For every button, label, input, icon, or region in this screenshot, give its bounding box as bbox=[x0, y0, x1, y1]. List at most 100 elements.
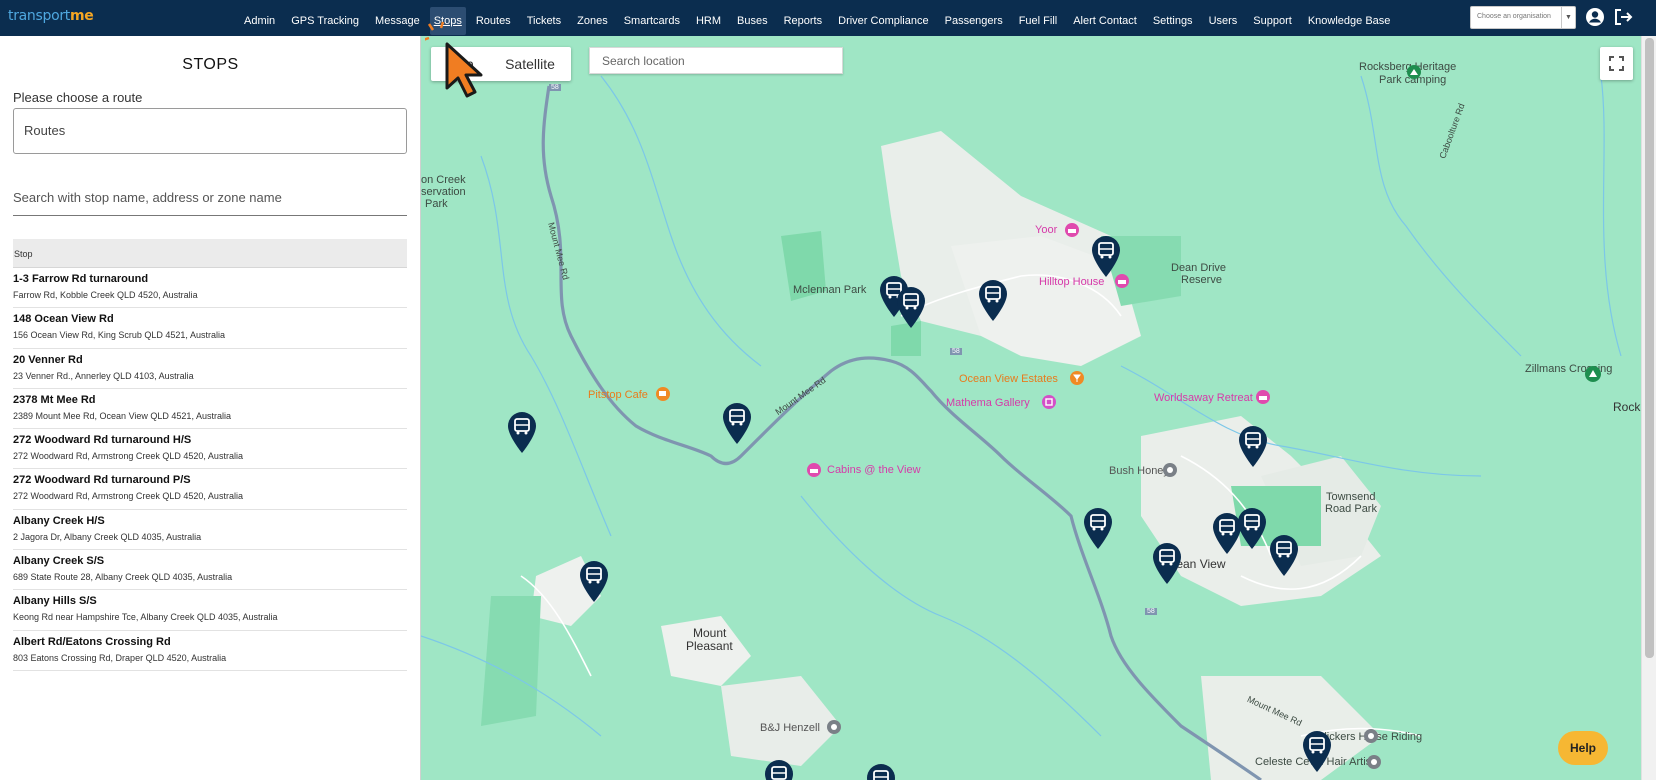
logo[interactable]: transportme bbox=[8, 8, 94, 24]
place-icon[interactable] bbox=[1162, 462, 1178, 478]
stop-name: Albert Rd/Eatons Crossing Rd bbox=[13, 635, 171, 648]
location-search-input[interactable]: Search location bbox=[589, 47, 843, 74]
stop-name: Albany Hills S/S bbox=[13, 595, 97, 608]
nav-users[interactable]: Users bbox=[1201, 0, 1246, 36]
campground-icon[interactable] bbox=[1584, 365, 1602, 383]
stop-name: 272 Woodward Rd turnaround P/S bbox=[13, 474, 191, 487]
nav-support[interactable]: Support bbox=[1245, 0, 1300, 36]
map-label-worldsaway-retreat: Worldsaway Retreat bbox=[1154, 392, 1253, 404]
help-button[interactable]: Help bbox=[1558, 731, 1608, 765]
bus-stop-marker-icon[interactable] bbox=[895, 285, 927, 329]
logo-text-b: me bbox=[70, 8, 94, 24]
nav-gps-tracking[interactable]: GPS Tracking bbox=[283, 0, 367, 36]
place-icon[interactable] bbox=[1366, 754, 1382, 770]
nav-alert-contact[interactable]: Alert Contact bbox=[1065, 0, 1145, 36]
logout-icon[interactable] bbox=[1613, 7, 1633, 27]
nav-zones[interactable]: Zones bbox=[569, 0, 616, 36]
route-58-shield-3: 58 bbox=[1145, 608, 1157, 615]
bus-stop-marker-icon[interactable] bbox=[578, 559, 610, 603]
place-icon[interactable] bbox=[1363, 728, 1379, 744]
map-type-satellite-button[interactable]: Satellite bbox=[489, 47, 571, 81]
bus-stop-marker-icon[interactable] bbox=[1082, 506, 1114, 550]
page-scrollbar[interactable] bbox=[1641, 36, 1656, 780]
table-row[interactable]: 20 Venner Rd 23 Venner Rd., Annerley QLD … bbox=[13, 349, 407, 389]
nav-fuel-fill[interactable]: Fuel Fill bbox=[1011, 0, 1066, 36]
map-label-rock: Rock bbox=[1613, 400, 1641, 414]
bus-stop-marker-icon[interactable] bbox=[1268, 533, 1300, 577]
stop-name: Albany Creek S/S bbox=[13, 555, 105, 568]
hotel-icon[interactable] bbox=[1255, 389, 1271, 405]
stop-address: 156 Ocean View Rd, King Scrub QLD 4521, … bbox=[13, 330, 225, 341]
stop-search-input[interactable]: Search with stop name, address or zone n… bbox=[13, 190, 407, 216]
stop-name: 1-3 Farrow Rd turnaround bbox=[13, 273, 149, 285]
nav-admin[interactable]: Admin bbox=[236, 0, 283, 36]
table-row[interactable]: Albert Rd/Eatons Crossing Rd 803 Eatons C… bbox=[13, 631, 407, 671]
fullscreen-icon bbox=[1609, 56, 1624, 71]
map-label-park: Park bbox=[425, 198, 448, 210]
campground-icon[interactable] bbox=[1406, 64, 1422, 80]
nav-knowledge-base[interactable]: Knowledge Base bbox=[1300, 0, 1399, 36]
nav-passengers[interactable]: Passengers bbox=[937, 0, 1011, 36]
organisation-placeholder: Choose an organisation bbox=[1477, 13, 1551, 20]
stop-name: 148 Ocean View Rd bbox=[13, 313, 114, 326]
top-navbar: transportme Admin GPS Tracking Message S… bbox=[0, 0, 1656, 36]
bus-stop-marker-icon[interactable] bbox=[1237, 424, 1269, 468]
bus-stop-marker-icon[interactable] bbox=[506, 410, 538, 454]
fullscreen-button[interactable] bbox=[1600, 47, 1633, 80]
nav-hrm[interactable]: HRM bbox=[688, 0, 729, 36]
bus-stop-marker-icon[interactable] bbox=[977, 278, 1009, 322]
bus-stop-marker-icon[interactable] bbox=[1151, 541, 1183, 585]
bar-icon[interactable] bbox=[1069, 370, 1085, 386]
route-select[interactable]: Routes bbox=[13, 108, 407, 154]
nav-buses[interactable]: Buses bbox=[729, 0, 776, 36]
place-icon[interactable] bbox=[826, 719, 842, 735]
organisation-select[interactable]: Choose an organisation ▼ bbox=[1470, 6, 1576, 29]
cafe-icon[interactable] bbox=[655, 386, 671, 402]
map-terrain bbox=[421, 75, 1622, 780]
nav-smartcards[interactable]: Smartcards bbox=[616, 0, 688, 36]
logo-text-a: transport bbox=[8, 8, 70, 24]
bus-stop-marker-icon[interactable] bbox=[865, 762, 897, 780]
bus-stop-marker-icon[interactable] bbox=[1090, 234, 1122, 278]
hotel-icon[interactable] bbox=[1064, 222, 1080, 238]
table-row[interactable]: 148 Ocean View Rd 156 Ocean View Rd, King… bbox=[13, 308, 407, 349]
stop-address: Keong Rd near Hampshire Tce, Albany Cree… bbox=[13, 612, 278, 623]
scrollbar-thumb[interactable] bbox=[1645, 38, 1654, 658]
table-row[interactable]: 272 Woodward Rd turnaround H/S 272 Woodwa… bbox=[13, 429, 407, 470]
map-label-mathema-gallery: Mathema Gallery bbox=[946, 397, 1030, 409]
mouse-cursor-icon bbox=[425, 21, 483, 98]
bus-stop-marker-icon[interactable] bbox=[721, 401, 753, 445]
map-label-ocean-view-estates: Ocean View Estates bbox=[959, 373, 1058, 385]
bus-stop-marker-icon[interactable] bbox=[1301, 729, 1333, 773]
table-row[interactable]: 272 Woodward Rd turnaround P/S 272 Woodwa… bbox=[13, 469, 407, 510]
nav-reports[interactable]: Reports bbox=[776, 0, 831, 36]
map-label-pitstop-cafe: Pitstop Cafe bbox=[588, 389, 648, 401]
map-canvas[interactable]: Rocksberg Heritage Park camping Cabooltu… bbox=[421, 36, 1641, 780]
chevron-down-icon: ▼ bbox=[1561, 7, 1575, 28]
nav-tickets[interactable]: Tickets bbox=[519, 0, 569, 36]
stop-address: Farrow Rd, Kobble Creek QLD 4520, Austra… bbox=[13, 290, 198, 300]
table-row[interactable]: 1-3 Farrow Rd turnaround Farrow Rd, Kobbl… bbox=[13, 268, 407, 309]
user-circle-icon[interactable] bbox=[1585, 7, 1605, 27]
map-label-reserve: Reserve bbox=[1181, 274, 1222, 286]
stop-address: 272 Woodward Rd, Armstrong Creek QLD 452… bbox=[13, 491, 243, 502]
table-row[interactable]: Albany Hills S/S Keong Rd near Hampshire … bbox=[13, 590, 407, 631]
map-label-dean-drive: Dean Drive bbox=[1171, 262, 1227, 274]
nav-message[interactable]: Message bbox=[367, 0, 428, 36]
bus-stop-marker-icon[interactable] bbox=[763, 758, 795, 780]
table-row[interactable]: Albany Creek H/S 2 Jagora Dr, Albany Cree… bbox=[13, 510, 407, 551]
table-header-stop[interactable]: Stop bbox=[13, 239, 407, 268]
nav-settings[interactable]: Settings bbox=[1145, 0, 1201, 36]
route-label: Please choose a route bbox=[13, 90, 143, 105]
stops-sidebar: STOPS Please choose a route Routes Searc… bbox=[0, 36, 421, 780]
map-label-mount: Mount bbox=[693, 626, 727, 640]
hotel-icon[interactable] bbox=[806, 462, 822, 478]
table-row[interactable]: Albany Creek S/S 689 State Route 28, Alba… bbox=[13, 550, 407, 591]
nav-driver-compliance[interactable]: Driver Compliance bbox=[830, 0, 936, 36]
gallery-icon[interactable] bbox=[1041, 394, 1057, 410]
bus-stop-marker-icon[interactable] bbox=[1236, 506, 1268, 550]
table-row[interactable]: 2378 Mt Mee Rd 2389 Mount Mee Rd, Ocean V… bbox=[13, 389, 407, 430]
route-58-shield-1: 58 bbox=[549, 84, 561, 91]
map-label-mclennan-park: Mclennan Park bbox=[793, 284, 867, 296]
map-label-townsend: Townsend bbox=[1326, 491, 1376, 503]
